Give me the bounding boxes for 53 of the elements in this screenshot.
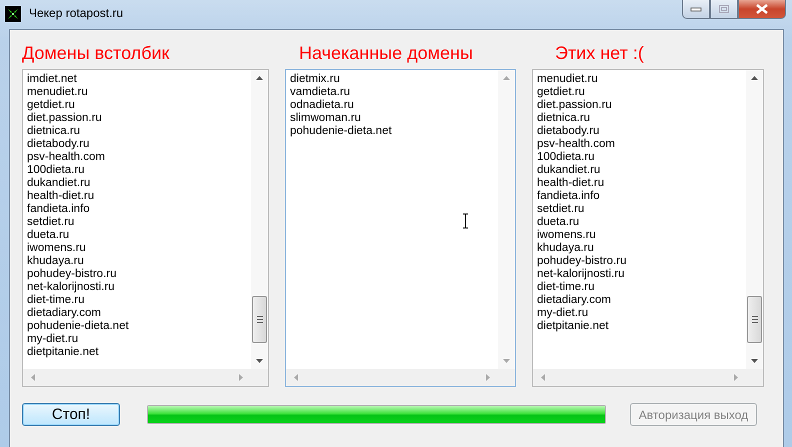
column-heading: Начеканные домены [298,42,474,65]
domain-line: getdiet.ru [27,99,76,112]
domain-line: setdiet.ru [537,203,586,216]
domain-line: khudaya.ru [27,255,85,268]
column-heading: Этих нет :( [554,42,645,65]
stop-button[interactable]: Стоп! [22,403,120,426]
domain-line: pohudey-bistro.ru [537,255,628,268]
domain-line: dueta.ru [27,229,70,242]
domain-line: diet.passion.ru [537,99,613,112]
text-area[interactable]: dietmix.ru vamdieta.ru odnadieta.ru slimwoman.ru pohudenie-dieta.net [285,69,516,387]
domain-line: menudiet.ru [27,86,89,99]
domain-line: dueta.ru [537,216,580,229]
domain-line: dietadiary.com [537,294,612,307]
domain-line: pohudenie-dieta.net [27,320,130,333]
domain-line: dietabody.ru [537,125,600,138]
domain-line: dietnica.ru [27,125,82,138]
domain-line: dietnica.ru [537,112,592,125]
domain-line: imdiet.net [27,73,78,86]
domain-line: diet.passion.ru [27,112,103,125]
domain-line: dukandiet.ru [27,177,92,190]
domain-line: net-kalorijnosti.ru [27,281,116,294]
domain-line: health-diet.ru [537,177,606,190]
column-heading: Домены встолбик [22,42,170,65]
domain-line: my-diet.ru [537,307,590,320]
domain-line: fandieta.info [27,203,91,216]
domain-line: my-diet.ru [27,333,80,346]
window-title: Чекер rotapost.ru [29,6,124,20]
domain-line: psv-health.com [27,151,106,164]
domain-line: 100dieta.ru [537,151,596,164]
domain-line: slimwoman.ru [290,112,362,125]
domain-line: khudaya.ru [537,242,595,255]
domain-line: iwomens.ru [537,229,597,242]
domain-line: dietpitanie.net [27,346,100,359]
domain-line: fandieta.info [537,190,601,203]
domain-line: iwomens.ru [27,242,87,255]
domain-line: diet-time.ru [27,294,86,307]
domain-line: health-diet.ru [27,190,96,203]
domain-line: dukandiet.ru [537,164,602,177]
domain-line: psv-health.com [537,138,616,151]
domain-line: pohudey-bistro.ru [27,268,118,281]
domain-line: setdiet.ru [27,216,76,229]
domain-line: diet-time.ru [537,281,596,294]
domain-line: menudiet.ru [537,73,599,86]
domain-line: dietadiary.com [27,307,102,320]
domain-line: pohudenie-dieta.net [290,125,393,138]
domain-line: dietpitanie.net [537,320,610,333]
domain-line: vamdieta.ru [290,86,352,99]
domain-line: odnadieta.ru [290,99,355,112]
domain-line: 100dieta.ru [27,164,86,177]
domain-line: getdiet.ru [537,86,586,99]
domain-line: dietmix.ru [290,73,341,86]
domain-line: dietabody.ru [27,138,90,151]
domain-line: net-kalorijnosti.ru [537,268,626,281]
